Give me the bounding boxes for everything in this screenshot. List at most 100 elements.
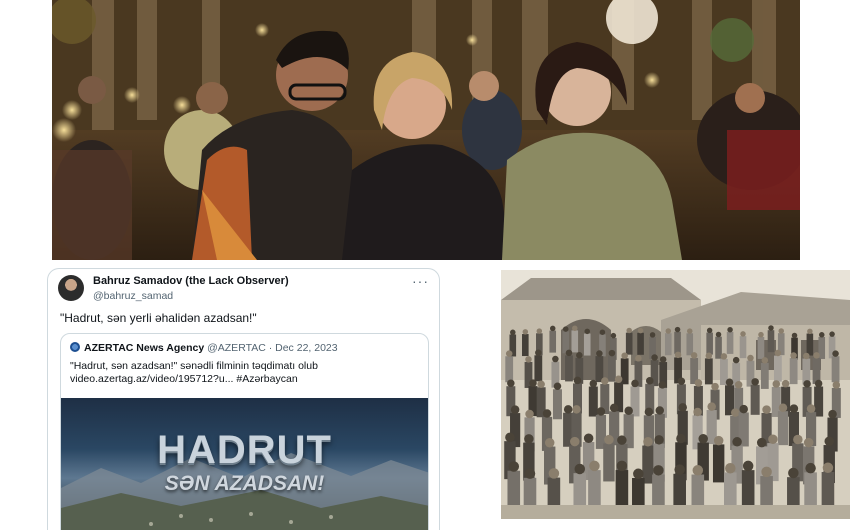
crowd-figure-head bbox=[644, 407, 654, 417]
crowd-figure-head bbox=[633, 468, 644, 480]
crowd-figure-body bbox=[534, 355, 543, 382]
crowd-figure-body bbox=[571, 330, 579, 353]
crowd-figure-head bbox=[790, 352, 797, 359]
crowd-figure-head bbox=[562, 326, 569, 332]
crowd-figure-head bbox=[706, 327, 713, 334]
quoted-video-thumbnail[interactable]: HADRUT SƏN AZADSAN! bbox=[61, 398, 428, 530]
quoted-text-line2[interactable]: video.azertag.az/video/195712?u... #Azər… bbox=[70, 373, 418, 386]
crowd-figure-head bbox=[803, 380, 811, 388]
crowd-figure-head bbox=[734, 381, 743, 389]
crowd-figure-head bbox=[651, 354, 658, 361]
crowd-figure-head bbox=[832, 350, 839, 357]
crowd-figure-body bbox=[806, 333, 814, 356]
crowd-figure-body bbox=[777, 411, 789, 446]
tweet-card[interactable]: Bahruz Samadov (the Lack Observer) @bahr… bbox=[47, 268, 440, 530]
crowd-figure-head bbox=[725, 462, 736, 474]
crowd-figure-body bbox=[674, 331, 681, 354]
crowd-figure-head bbox=[654, 435, 664, 445]
crowd-figure-head bbox=[631, 379, 639, 388]
quoted-tweet-header: AZERTAC News Agency @AZERTAC · Dec 22, 2… bbox=[70, 342, 422, 354]
crowd-figure-head bbox=[778, 328, 784, 334]
crowd-figure-head bbox=[596, 350, 603, 357]
crowd-figure-head bbox=[626, 327, 632, 334]
crowd-figure-head bbox=[583, 433, 594, 443]
more-dots-icon[interactable]: ··· bbox=[412, 273, 429, 289]
video-title-sub: SƏN AZADSAN! bbox=[164, 472, 325, 495]
crowd-figure-head bbox=[537, 380, 545, 389]
crowd-figure-head bbox=[731, 408, 740, 417]
crowd-figure-head bbox=[774, 349, 782, 357]
crowd-figure-body bbox=[773, 355, 782, 382]
crowd-figure-head bbox=[635, 355, 642, 362]
crowd-figure-head bbox=[824, 436, 834, 446]
historical-group-photo bbox=[501, 270, 850, 519]
crowd-figure-head bbox=[535, 349, 542, 356]
crowd-figure-head bbox=[803, 437, 814, 448]
crowd-figure-head bbox=[570, 436, 580, 447]
crowd-figure-head bbox=[768, 434, 778, 445]
crowd-figure-head bbox=[693, 407, 702, 417]
crowd-figure-head bbox=[510, 329, 516, 336]
crowd-figure-head bbox=[572, 405, 581, 414]
crowd-figure-head bbox=[720, 353, 728, 360]
crowd-figure-body bbox=[750, 384, 760, 415]
crowd-figure-head bbox=[665, 328, 672, 334]
crowd-figure-head bbox=[524, 468, 536, 479]
crowd-figure-head bbox=[713, 435, 724, 446]
crowd-figure-head bbox=[772, 380, 781, 388]
crowd-figure-head bbox=[747, 354, 754, 362]
crowd-figure-head bbox=[505, 432, 515, 443]
crowd-figure-body bbox=[625, 332, 633, 355]
crowd-figure-head bbox=[674, 351, 682, 359]
crowd-figure-head bbox=[694, 379, 703, 387]
crowd-figure-head bbox=[803, 352, 810, 360]
crowd-figure-head bbox=[589, 460, 600, 472]
crowd-figure-head bbox=[761, 466, 772, 478]
group-photo-top bbox=[52, 0, 800, 260]
crowd-figure-head bbox=[617, 435, 627, 445]
crowd-figure-head bbox=[781, 379, 790, 388]
crowd-figure-head bbox=[677, 377, 686, 385]
crowd-figure-head bbox=[793, 434, 803, 445]
crowd-figure-head bbox=[725, 378, 734, 387]
crowd-figure-head bbox=[758, 331, 764, 338]
crowd-figure-body bbox=[712, 444, 725, 483]
crowd-figure-body bbox=[789, 358, 798, 385]
crowd-figure-head bbox=[658, 381, 667, 389]
crowd-figure-head bbox=[813, 352, 820, 359]
crowd-figure-head bbox=[649, 332, 656, 338]
quoted-author-name[interactable]: AZERTAC News Agency bbox=[84, 342, 204, 354]
quoted-tweet-text: "Hadrut, sən azadsan!" sənədli filminin … bbox=[70, 360, 418, 386]
crowd-figure-head bbox=[645, 377, 654, 385]
crowd-figure-body bbox=[522, 334, 529, 357]
crowd-figure-head bbox=[789, 404, 799, 413]
crowd-figure-head bbox=[542, 409, 552, 418]
crowd-figure-body bbox=[608, 355, 616, 382]
crowd-figure-head bbox=[563, 405, 573, 414]
crowd-figure-head bbox=[690, 352, 698, 359]
crowd-figure-head bbox=[608, 349, 616, 357]
crowd-figure-head bbox=[659, 356, 667, 363]
crowd-figure-head bbox=[573, 376, 582, 385]
crowd-figure-head bbox=[624, 406, 633, 416]
crowd-figure-body bbox=[565, 355, 573, 382]
crowd-figure-body bbox=[726, 331, 734, 354]
crowd-figure-body bbox=[505, 356, 514, 383]
crowd-figure-head bbox=[565, 349, 573, 357]
crowd-figure-head bbox=[621, 352, 628, 359]
crowd-figure-head bbox=[732, 356, 740, 364]
crowd-figure-body bbox=[814, 386, 824, 417]
quoted-tweet[interactable]: AZERTAC News Agency @AZERTAC · Dec 22, 2… bbox=[60, 333, 429, 530]
crowd-figure-head bbox=[609, 403, 619, 413]
crowd-figure-head bbox=[768, 325, 774, 331]
crowd-figure-head bbox=[572, 325, 578, 331]
video-title-main: HADRUT bbox=[157, 428, 332, 472]
crowd-figure-head bbox=[544, 437, 555, 448]
crowd-figure-head bbox=[727, 326, 733, 333]
crowd-figure-head bbox=[678, 403, 687, 412]
author-name[interactable]: Bahruz Samadov (the Lack Observer) bbox=[93, 275, 289, 287]
crowd-figure-head bbox=[553, 382, 562, 391]
avatar[interactable] bbox=[58, 275, 84, 301]
author-handle[interactable]: @bahruz_samad bbox=[93, 290, 173, 302]
crowd-figure-body bbox=[739, 336, 747, 359]
